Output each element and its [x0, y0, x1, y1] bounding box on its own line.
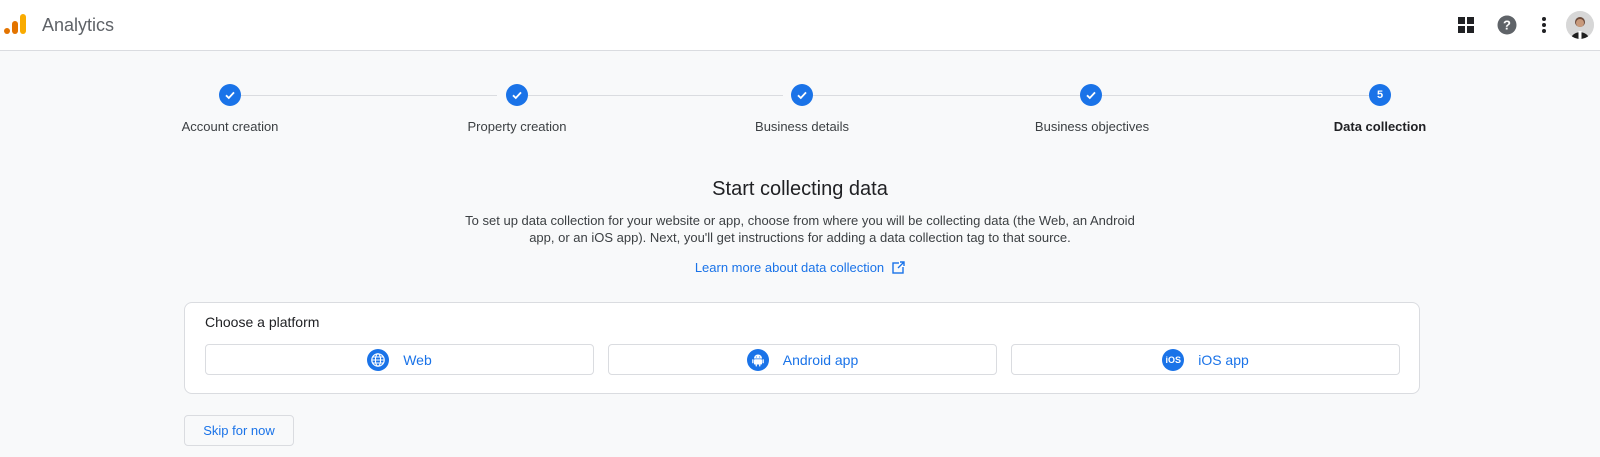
step-3-check-icon: [791, 84, 813, 106]
step-label-data-collection: Data collection: [1333, 119, 1427, 134]
step-connector: [813, 95, 1091, 96]
web-platform-button[interactable]: Web: [205, 344, 594, 375]
ios-platform-label: iOS app: [1198, 351, 1249, 368]
android-platform-label: Android app: [782, 351, 859, 368]
step-2-check-icon: [506, 84, 528, 106]
open-in-new-icon: [892, 261, 906, 274]
step-connector: [528, 95, 783, 96]
ios-platform-button[interactable]: iOS iOS app: [1011, 344, 1400, 375]
platform-title: Choose a platform: [205, 314, 320, 330]
android-icon: [746, 348, 769, 371]
learn-more-label: Learn more about data collection: [694, 260, 885, 275]
step-label-property-creation: Property creation: [467, 119, 567, 134]
android-platform-button[interactable]: Android app: [608, 344, 997, 375]
learn-more-link[interactable]: Learn more about data collection: [694, 260, 906, 275]
step-label-account-creation: Account creation: [181, 119, 279, 134]
web-platform-label: Web: [403, 351, 432, 368]
platform-card: Choose a platform Web Android app iOS iO…: [184, 302, 1420, 394]
page-description: To set up data collection for your websi…: [465, 213, 1135, 245]
ios-icon: iOS: [1162, 348, 1185, 371]
skip-for-now-button[interactable]: Skip for now: [184, 415, 294, 446]
setup-stepper: 5 Account creation Property creation Bus…: [0, 0, 1600, 140]
learn-more: Learn more about data collection: [0, 260, 1600, 275]
step-label-business-details: Business details: [755, 119, 849, 134]
step-connector: [241, 95, 497, 96]
step-number: 5: [1376, 89, 1384, 101]
page-title: Start collecting data: [712, 178, 888, 200]
globe-icon: [367, 348, 390, 371]
step-4-check-icon: [1080, 84, 1102, 106]
step-connector: [1102, 95, 1369, 96]
step-label-business-objectives: Business objectives: [1034, 119, 1150, 134]
step-1-check-icon: [219, 84, 241, 106]
step-5-number: 5: [1369, 84, 1391, 106]
